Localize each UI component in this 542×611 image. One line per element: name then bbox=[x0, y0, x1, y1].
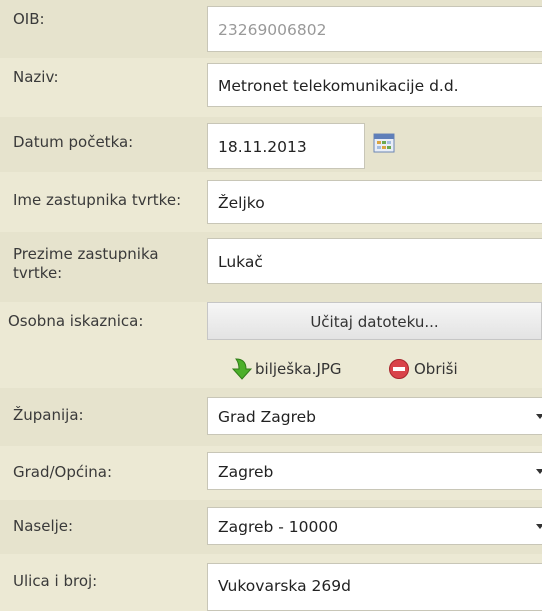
download-arrow-icon bbox=[231, 357, 253, 385]
naselje-select-value: Zagreb - 10000 bbox=[218, 518, 339, 536]
naselje-label: Naselje: bbox=[13, 517, 74, 535]
prezime-field[interactable]: Lukač bbox=[207, 238, 542, 284]
prezime-label-line2: tvrtke: bbox=[13, 264, 63, 282]
datum-field[interactable]: 18.11.2013 bbox=[207, 123, 365, 169]
datum-label: Datum početka: bbox=[13, 133, 134, 151]
chevron-down-icon bbox=[536, 414, 542, 419]
delete-link[interactable]: Obriši bbox=[414, 360, 458, 378]
naziv-label: Naziv: bbox=[13, 68, 59, 86]
grad-select-value: Zagreb bbox=[218, 463, 274, 481]
upload-file-button[interactable]: Učitaj datoteku... bbox=[207, 302, 542, 340]
ime-label: Ime zastupnika tvrtke: bbox=[13, 191, 182, 209]
zupanija-label: Županija: bbox=[13, 406, 84, 424]
oib-field[interactable]: 23269006802 bbox=[207, 6, 542, 52]
zupanija-select[interactable]: Grad Zagreb bbox=[207, 397, 542, 435]
ulica-field[interactable]: Vukovarska 269d bbox=[207, 563, 542, 611]
chevron-down-icon bbox=[536, 469, 542, 474]
chevron-down-icon bbox=[536, 524, 542, 529]
grad-select[interactable]: Zagreb bbox=[207, 452, 542, 490]
oib-label: OIB: bbox=[13, 10, 45, 28]
zupanija-select-value: Grad Zagreb bbox=[218, 408, 317, 426]
osobna-label: Osobna iskaznica: bbox=[8, 312, 144, 330]
ime-field[interactable]: Željko bbox=[207, 180, 542, 224]
grad-label: Grad/Općina: bbox=[13, 463, 113, 481]
calendar-icon[interactable] bbox=[373, 133, 395, 157]
ulica-label: Ulica i broj: bbox=[13, 572, 98, 590]
file-name-link[interactable]: bilješka.JPG bbox=[255, 360, 342, 378]
prezime-label-line1: Prezime zastupnika bbox=[13, 245, 159, 263]
naselje-select[interactable]: Zagreb - 10000 bbox=[207, 507, 542, 545]
delete-minus-icon[interactable] bbox=[388, 358, 410, 384]
naziv-field[interactable]: Metronet telekomunikacije d.d. bbox=[207, 63, 542, 107]
